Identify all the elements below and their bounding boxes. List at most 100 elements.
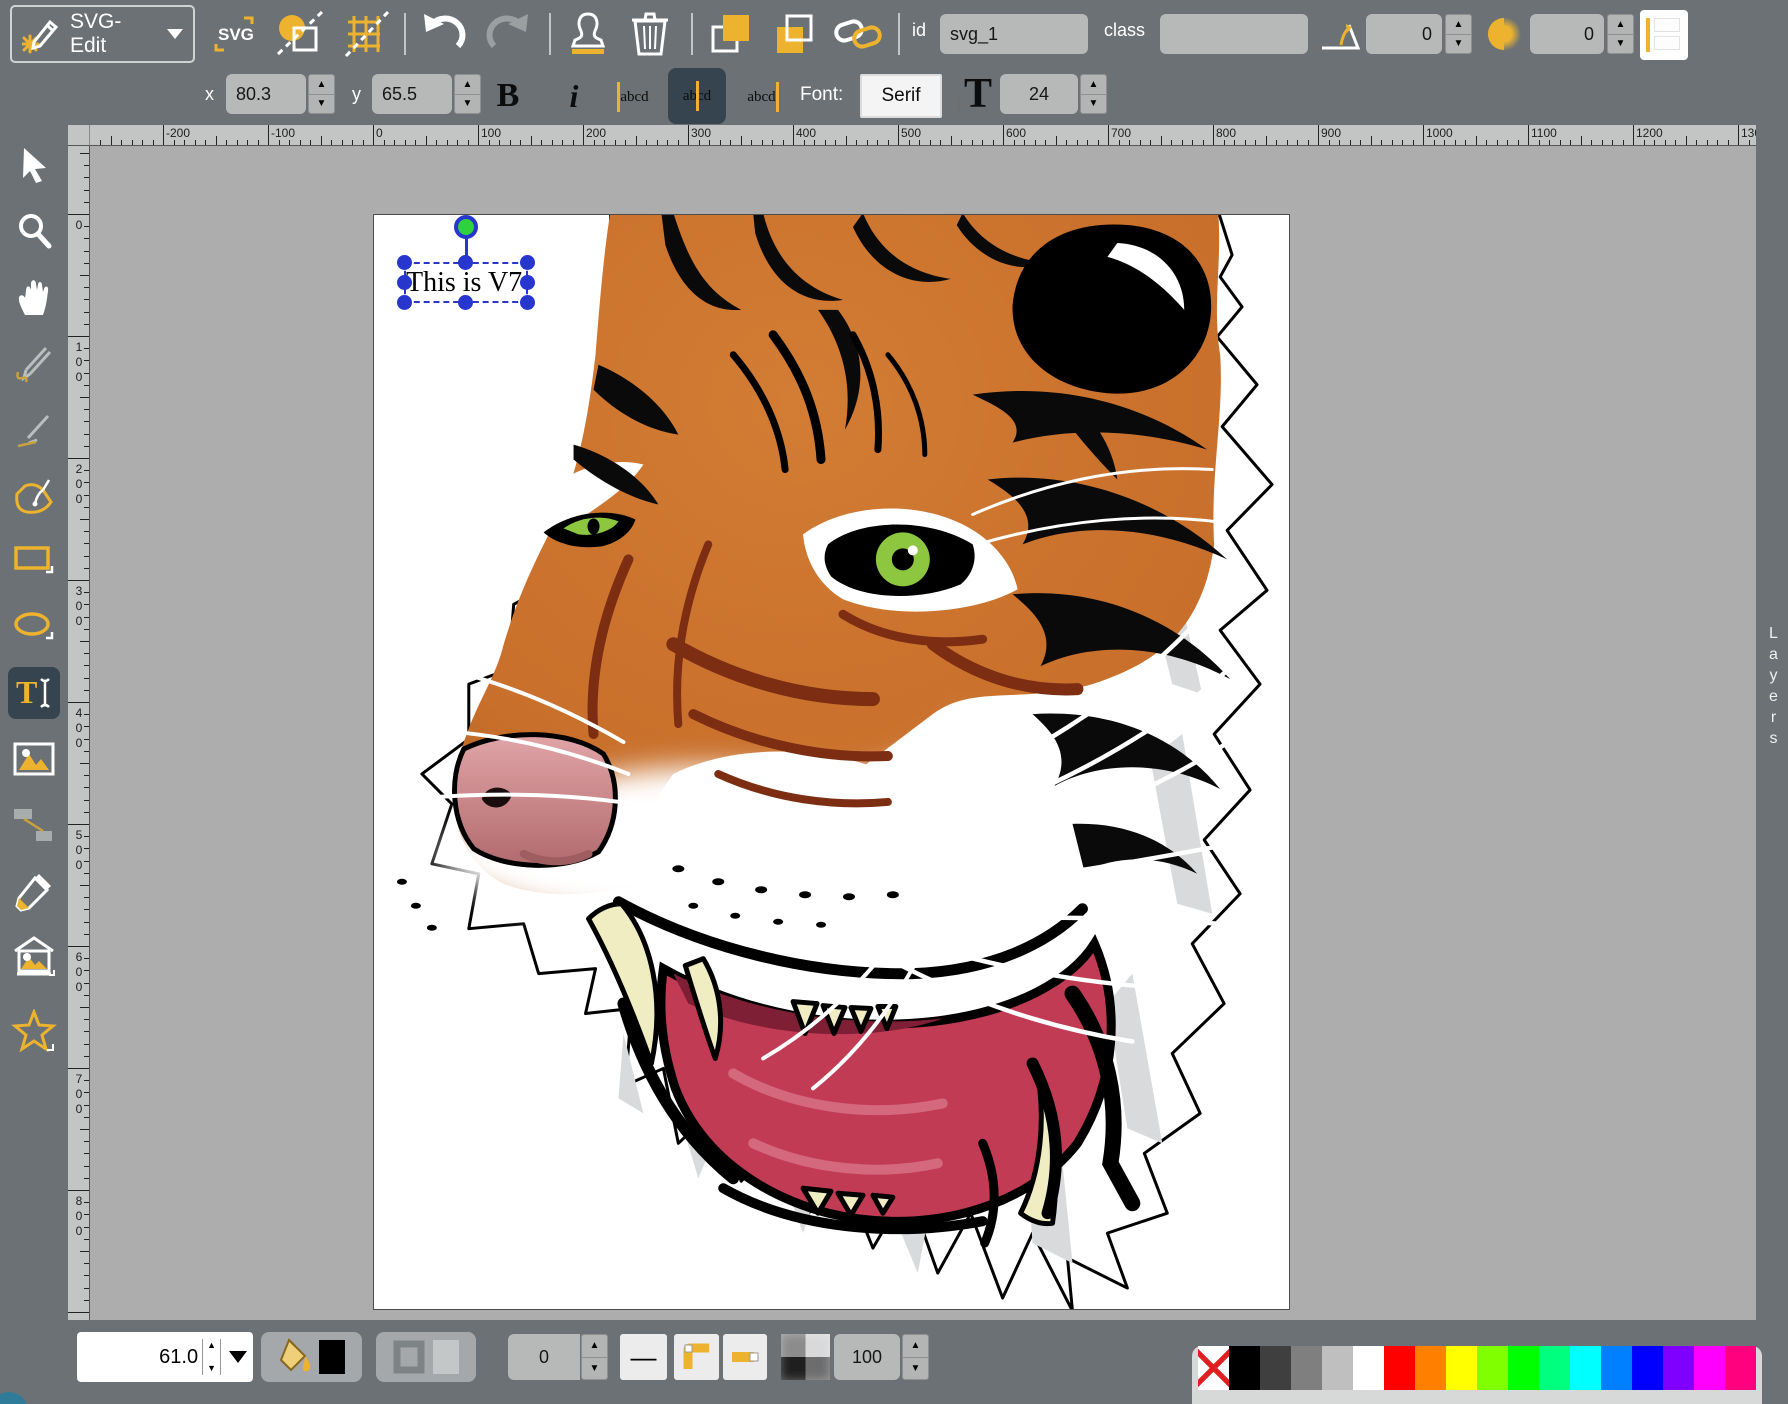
delete-button[interactable]: [624, 8, 676, 60]
ruler-tick: [688, 125, 689, 145]
font-size-tool: T T: [952, 70, 996, 124]
opacity-gradient-icon[interactable]: [781, 1334, 830, 1380]
resize-handle-e[interactable]: [520, 275, 535, 290]
resize-handle-se[interactable]: [520, 295, 535, 310]
angle-spinner[interactable]: ▲▼: [1445, 14, 1472, 54]
resize-handle-sw[interactable]: [397, 295, 412, 310]
resize-handle-ne[interactable]: [520, 255, 535, 270]
y-spinner[interactable]: ▲▼: [454, 74, 481, 114]
font-size-input[interactable]: [1000, 74, 1078, 114]
zoom-spinner[interactable]: ▲▼: [202, 1339, 221, 1375]
tool-pan[interactable]: [8, 271, 60, 323]
tool-pencil[interactable]: [8, 337, 60, 389]
palette-color-7f7f7f[interactable]: [1291, 1346, 1322, 1390]
editor-prefs-button[interactable]: [340, 10, 392, 58]
opacity-spinner[interactable]: ▲▼: [902, 1334, 929, 1380]
tool-shape-library[interactable]: [8, 931, 60, 983]
text-anchor-middle-button[interactable]: abcd: [668, 68, 726, 124]
tool-select[interactable]: [8, 139, 60, 191]
tool-zoom[interactable]: [8, 205, 60, 257]
redo-button[interactable]: [482, 10, 534, 58]
palette-color-none[interactable]: [1198, 1346, 1229, 1390]
element-class-input[interactable]: [1160, 14, 1308, 54]
blur-input[interactable]: [1530, 14, 1604, 54]
ruler-tick: [1423, 125, 1424, 145]
stroke-width-input[interactable]: [508, 1334, 580, 1380]
h-ruler-label: 400: [796, 126, 816, 140]
palette-color-ff0000[interactable]: [1384, 1346, 1415, 1390]
tool-text[interactable]: T: [8, 667, 60, 719]
palette-color-00ffff[interactable]: [1570, 1346, 1601, 1390]
ruler-tick: [1056, 136, 1057, 145]
blur-spinner[interactable]: ▲▼: [1607, 14, 1634, 54]
move-to-top-button[interactable]: [706, 10, 758, 58]
text-anchor-end-button[interactable]: abcd: [738, 74, 788, 120]
palette-color-7fff00[interactable]: [1477, 1346, 1508, 1390]
x-spinner[interactable]: ▲▼: [308, 74, 335, 114]
fill-color-button[interactable]: [261, 1332, 362, 1382]
text-toolbar: x ▲▼ y ▲▼ B i abcd abcd abcd Font: Serif…: [0, 68, 1788, 125]
palette-color-007fff[interactable]: [1601, 1346, 1632, 1390]
tool-eyedropper[interactable]: [8, 865, 60, 917]
ruler-tick: [646, 140, 647, 145]
text-y-input[interactable]: [372, 74, 452, 114]
ruler-tick: [751, 140, 752, 145]
ruler-tick: [84, 1031, 89, 1032]
resize-handle-w[interactable]: [397, 275, 412, 290]
font-size-spinner[interactable]: ▲▼: [1080, 74, 1107, 114]
palette-color-ff00ff[interactable]: [1694, 1346, 1725, 1390]
image-library-button[interactable]: [274, 10, 326, 58]
ruler-tick: [84, 238, 89, 239]
ruler-tick: [84, 556, 89, 557]
ruler-tick: [951, 136, 952, 145]
rotate-handle[interactable]: [454, 215, 478, 239]
palette-color-00ff00[interactable]: [1508, 1346, 1539, 1390]
layers-panel-toggle[interactable]: Layers: [1756, 125, 1788, 1320]
move-to-bottom-button[interactable]: [768, 10, 820, 58]
tool-line[interactable]: [8, 403, 60, 455]
palette-color-bfbfbf[interactable]: [1322, 1346, 1353, 1390]
font-size-icon: T: [964, 70, 992, 118]
palette-color-000000[interactable]: [1229, 1346, 1260, 1390]
undo-button[interactable]: [418, 10, 470, 58]
text-anchor-start-button[interactable]: abcd: [608, 74, 658, 120]
tool-ellipse[interactable]: [8, 601, 60, 653]
palette-color-ff007f[interactable]: [1725, 1346, 1756, 1390]
tool-connector[interactable]: [8, 799, 60, 851]
resize-handle-s[interactable]: [458, 295, 473, 310]
resize-handle-nw[interactable]: [397, 255, 412, 270]
palette-color-ffff00[interactable]: [1446, 1346, 1477, 1390]
linecap-button[interactable]: [723, 1334, 767, 1380]
resize-handle-n[interactable]: [458, 255, 473, 270]
palette-color-7f00ff[interactable]: [1663, 1346, 1694, 1390]
canvas-area[interactable]: This is V7: [90, 146, 1756, 1320]
text-x-input[interactable]: [226, 74, 306, 114]
stroke-width-spinner[interactable]: ▲▼: [581, 1334, 608, 1380]
font-family-button[interactable]: Serif: [860, 74, 942, 118]
side-panel-button[interactable]: [1640, 10, 1688, 60]
tool-star[interactable]: [8, 1005, 60, 1057]
linejoin-button[interactable]: [674, 1334, 719, 1380]
main-menu-button[interactable]: SVG-Edit: [10, 5, 195, 63]
ruler-tick: [84, 202, 89, 203]
bold-button[interactable]: B: [484, 70, 532, 122]
palette-color-00ff7f[interactable]: [1539, 1346, 1570, 1390]
tiger-illustration[interactable]: [373, 214, 1290, 1310]
opacity-input[interactable]: [834, 1334, 900, 1380]
stroke-color-button[interactable]: [376, 1332, 476, 1382]
zoom-control[interactable]: 61.0 ▲▼: [77, 1332, 253, 1382]
make-link-button[interactable]: [832, 10, 884, 58]
source-editor-button[interactable]: SVG: [210, 14, 258, 54]
stroke-style-button[interactable]: —: [620, 1334, 667, 1380]
tool-path[interactable]: [8, 469, 60, 521]
palette-color-3f3f3f[interactable]: [1260, 1346, 1291, 1390]
palette-color-0000ff[interactable]: [1632, 1346, 1663, 1390]
tool-rect[interactable]: [8, 535, 60, 587]
tool-image[interactable]: [8, 733, 60, 785]
palette-color-ff7f00[interactable]: [1415, 1346, 1446, 1390]
element-id-input[interactable]: [940, 14, 1088, 54]
palette-color-ffffff[interactable]: [1353, 1346, 1384, 1390]
italic-button[interactable]: i: [552, 70, 596, 122]
angle-input[interactable]: [1366, 14, 1442, 54]
clone-button[interactable]: [562, 8, 614, 60]
